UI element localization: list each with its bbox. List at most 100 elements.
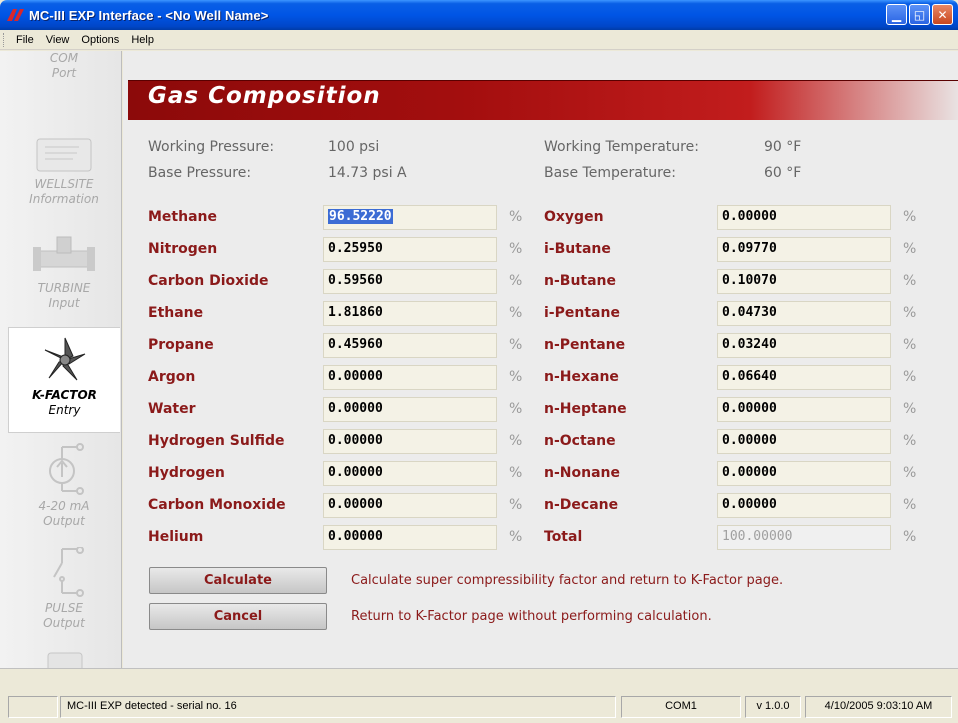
status-cell-empty [8,696,58,718]
ethane-input[interactable]: 1.81860 [323,301,497,326]
working-pressure-value: 100 psi [328,139,380,155]
page-title: Gas Composition [148,83,381,109]
percent-unit-label: % [509,433,523,449]
wellsite-document-icon [36,138,92,172]
n-butane-value: 0.10070 [722,273,777,288]
total-label: Total [544,529,583,545]
helium-label: Helium [148,529,204,545]
oxygen-label: Oxygen [544,209,604,225]
percent-unit-label: % [903,529,917,545]
n-decane-label: n-Decane [544,497,619,513]
sidebar-item-4-20ma-output[interactable]: 4-20 mA Output [8,441,120,529]
sidebar-item-sublabel: Information [29,192,99,206]
cancel-description: Return to K-Factor page without performi… [351,609,712,624]
status-bar: MC-III EXP detected - serial no. 16 COM1… [0,668,958,723]
i-pentane-input[interactable]: 0.04730 [717,301,891,326]
i-butane-input[interactable]: 0.09770 [717,237,891,262]
working-pressure-label: Working Pressure: [148,139,275,155]
menu-options[interactable]: Options [75,34,125,46]
status-version: v 1.0.0 [745,696,801,718]
n-nonane-value: 0.00000 [722,465,777,480]
n-hexane-input[interactable]: 0.06640 [717,365,891,390]
percent-unit-label: % [903,465,917,481]
water-label: Water [148,401,196,417]
menu-file[interactable]: File [10,34,40,46]
hydrogen-sulfide-label: Hydrogen Sulfide [148,433,285,449]
document-icon [47,652,83,668]
sidebar-item-pulse-output[interactable]: PULSE Output [8,547,120,631]
sidebar-item-turbine[interactable]: TURBINE Input [8,231,120,311]
working-temperature-label: Working Temperature: [544,139,699,155]
helium-input[interactable]: 0.00000 [323,525,497,550]
n-nonane-input[interactable]: 0.00000 [717,461,891,486]
sidebar-item-wellsite[interactable]: WELLSITE Information [8,135,120,207]
nitrogen-input[interactable]: 0.25950 [323,237,497,262]
sidebar-item-sublabel: Output [43,514,85,528]
status-datetime: 4/10/2005 9:03:10 AM [805,696,952,718]
argon-input[interactable]: 0.00000 [323,365,497,390]
carbon-monoxide-label: Carbon Monoxide [148,497,286,513]
percent-unit-label: % [509,337,523,353]
n-decane-input[interactable]: 0.00000 [717,493,891,518]
n-pentane-value: 0.03240 [722,337,777,352]
switch-output-icon [53,547,84,597]
carbon-monoxide-input[interactable]: 0.00000 [323,493,497,518]
helium-value: 0.00000 [328,529,383,544]
close-button[interactable]: ✕ [932,4,953,25]
sidebar-item-label: 4-20 mA [38,499,90,513]
carbon-dioxide-value: 0.59560 [328,273,383,288]
hydrogen-sulfide-input[interactable]: 0.00000 [323,429,497,454]
k-factor-turbine-icon [44,337,85,381]
minimize-button[interactable]: ▁ [886,4,907,25]
methane-input[interactable]: 96.52220 [323,205,497,230]
n-hexane-label: n-Hexane [544,369,619,385]
ethane-value: 1.81860 [328,305,383,320]
total-value: 100.00000 [722,529,793,544]
cancel-button[interactable]: Cancel [149,603,327,630]
sidebar-item-sublabel: Entry [48,403,81,417]
oxygen-input[interactable]: 0.00000 [717,205,891,230]
sidebar-item-more[interactable] [8,649,120,668]
argon-label: Argon [148,369,196,385]
methane-label: Methane [148,209,217,225]
turbine-meter-icon [33,236,95,271]
ethane-label: Ethane [148,305,204,321]
menu-bar: File View Options Help [0,30,958,50]
sidebar-item-k-factor[interactable]: K-FACTOR Entry [8,327,120,433]
percent-unit-label: % [903,337,917,353]
propane-value: 0.45960 [328,337,383,352]
main-panel: Gas Composition Working Pressure: 100 ps… [123,51,958,668]
sidebar-item-com-port[interactable]: COM Port [8,51,120,81]
calculate-button[interactable]: Calculate [149,567,327,594]
n-nonane-label: n-Nonane [544,465,620,481]
hydrogen-input[interactable]: 0.00000 [323,461,497,486]
carbon-dioxide-input[interactable]: 0.59560 [323,269,497,294]
n-heptane-label: n-Heptane [544,401,627,417]
propane-input[interactable]: 0.45960 [323,333,497,358]
carbon-monoxide-value: 0.00000 [328,497,383,512]
title-bar[interactable]: MC-III EXP Interface - <No Well Name> ▁ … [0,0,958,30]
percent-unit-label: % [903,497,917,513]
n-decane-value: 0.00000 [722,497,777,512]
percent-unit-label: % [509,465,523,481]
menu-view[interactable]: View [40,34,76,46]
n-butane-label: n-Butane [544,273,617,289]
percent-unit-label: % [509,369,523,385]
sidebar-item-label: TURBINE [37,281,91,295]
maximize-button[interactable]: ◱ [909,4,930,25]
water-value: 0.00000 [328,401,383,416]
menu-help[interactable]: Help [125,34,160,46]
n-pentane-input[interactable]: 0.03240 [717,333,891,358]
base-pressure-label: Base Pressure: [148,165,252,181]
n-hexane-value: 0.06640 [722,369,777,384]
water-input[interactable]: 0.00000 [323,397,497,422]
percent-unit-label: % [509,273,523,289]
n-butane-input[interactable]: 0.10070 [717,269,891,294]
percent-unit-label: % [509,305,523,321]
n-heptane-input[interactable]: 0.00000 [717,397,891,422]
percent-unit-label: % [903,305,917,321]
percent-unit-label: % [509,497,523,513]
menu-grip [3,32,6,47]
n-octane-input[interactable]: 0.00000 [717,429,891,454]
sidebar-item-sublabel: Port [51,66,77,80]
